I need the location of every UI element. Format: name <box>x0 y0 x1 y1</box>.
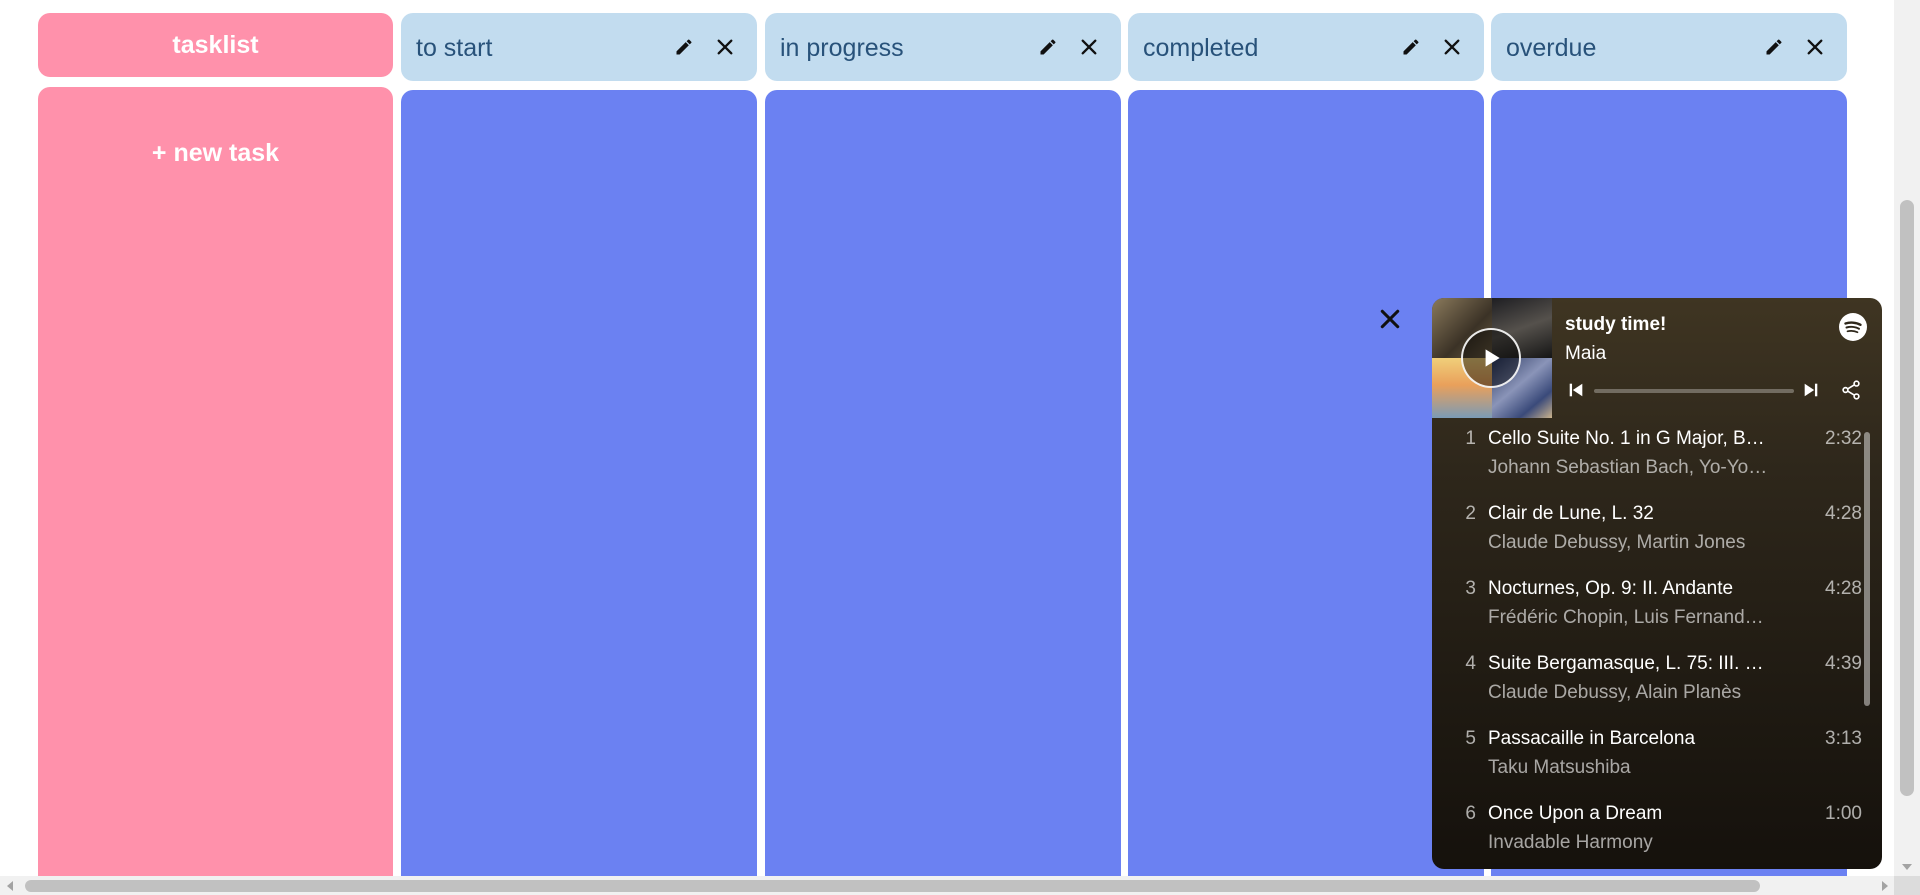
track-row[interactable]: 3 Nocturnes, Op. 9: II. Andante Frédéric… <box>1432 568 1862 643</box>
track-artist: Claude Debussy, Martin Jones <box>1488 532 1746 553</box>
spotify-logo-icon[interactable] <box>1838 312 1868 342</box>
column-header-in-progress: in progress <box>765 13 1121 81</box>
column-header-to-start: to start <box>401 13 757 81</box>
track-duration: 4:39 <box>1825 653 1862 674</box>
horizontal-scrollbar[interactable] <box>0 876 1894 895</box>
play-button[interactable] <box>1461 328 1521 388</box>
track-title: Clair de Lune, L. 32 <box>1488 503 1654 524</box>
scrollbar-corner <box>1894 876 1920 895</box>
close-icon[interactable] <box>1438 33 1466 61</box>
column-header-overdue: overdue <box>1491 13 1847 81</box>
track-number: 6 <box>1465 803 1476 824</box>
pencil-icon[interactable] <box>670 33 698 61</box>
track-duration: 2:32 <box>1825 428 1862 449</box>
column-title: to start <box>416 34 493 62</box>
scroll-down-arrow-icon[interactable] <box>1902 864 1912 870</box>
tasklist-title: tasklist <box>172 30 259 59</box>
track-number: 5 <box>1465 728 1476 749</box>
track-list-scrollbar[interactable] <box>1864 432 1870 706</box>
spotify-embed-player: study time! Maia 1 Cello Suite No. 1 in … <box>1432 298 1882 869</box>
track-row[interactable]: 2 Clair de Lune, L. 32 Claude Debussy, M… <box>1432 493 1862 568</box>
share-icon[interactable] <box>1840 379 1862 401</box>
track-duration: 4:28 <box>1825 503 1862 524</box>
track-number: 2 <box>1465 503 1476 524</box>
close-icon[interactable] <box>711 33 739 61</box>
new-task-button[interactable]: + new task <box>38 139 393 168</box>
column-header-completed: completed <box>1128 13 1484 81</box>
progress-bar[interactable] <box>1594 389 1794 393</box>
close-icon[interactable] <box>1801 33 1829 61</box>
playlist-owner[interactable]: Maia <box>1565 343 1606 365</box>
track-title: Cello Suite No. 1 in G Major, BWV 1007: … <box>1488 428 1770 449</box>
track-row[interactable]: 6 Once Upon a Dream Invadable Harmony 1:… <box>1432 793 1862 868</box>
tasklist-column: + new task <box>38 87 393 892</box>
track-title: Once Upon a Dream <box>1488 803 1663 824</box>
track-number: 4 <box>1465 653 1476 674</box>
track-artist: Frédéric Chopin, Luis Fernando Pérez <box>1488 607 1770 628</box>
column-to-start <box>401 90 757 895</box>
pencil-icon[interactable] <box>1760 33 1788 61</box>
skip-next-icon[interactable] <box>1800 379 1822 401</box>
track-title: Suite Bergamasque, L. 75: III. Clair de … <box>1488 653 1770 674</box>
track-title: Passacaille in Barcelona <box>1488 728 1696 749</box>
track-title: Nocturnes, Op. 9: II. Andante <box>1488 578 1734 599</box>
scroll-right-arrow-icon[interactable] <box>1882 881 1888 891</box>
close-icon[interactable] <box>1075 33 1103 61</box>
vertical-scrollbar[interactable] <box>1894 0 1920 876</box>
tasklist-header: tasklist <box>38 13 393 77</box>
track-duration: 1:00 <box>1825 803 1862 824</box>
track-list: 1 Cello Suite No. 1 in G Major, BWV 1007… <box>1432 418 1882 869</box>
scroll-left-arrow-icon[interactable] <box>7 881 13 891</box>
column-in-progress <box>765 90 1121 895</box>
track-row[interactable]: 4 Suite Bergamasque, L. 75: III. Clair d… <box>1432 643 1862 718</box>
column-title: completed <box>1143 34 1259 62</box>
playlist-title[interactable]: study time! <box>1565 314 1666 336</box>
track-duration: 3:13 <box>1825 728 1862 749</box>
track-artist: Invadable Harmony <box>1488 832 1653 853</box>
track-duration: 4:28 <box>1825 578 1862 599</box>
horizontal-scrollbar-thumb[interactable] <box>25 880 1760 892</box>
track-artist: Johann Sebastian Bach, Yo-Yo Ma <box>1488 457 1770 478</box>
track-row[interactable]: 5 Passacaille in Barcelona Taku Matsushi… <box>1432 718 1862 793</box>
pencil-icon[interactable] <box>1034 33 1062 61</box>
play-icon <box>1485 349 1500 367</box>
column-title: overdue <box>1506 34 1597 62</box>
skip-previous-icon[interactable] <box>1565 379 1587 401</box>
track-row[interactable]: 1 Cello Suite No. 1 in G Major, BWV 1007… <box>1432 418 1862 493</box>
close-player-icon[interactable] <box>1376 305 1404 333</box>
vertical-scrollbar-thumb[interactable] <box>1900 200 1914 796</box>
track-artist: Claude Debussy, Alain Planès <box>1488 682 1742 703</box>
column-completed <box>1128 90 1484 895</box>
track-artist: Taku Matsushiba <box>1488 757 1631 778</box>
track-number: 1 <box>1465 428 1476 449</box>
pencil-icon[interactable] <box>1397 33 1425 61</box>
playlist-cover <box>1432 298 1552 418</box>
column-title: in progress <box>780 34 904 62</box>
track-number: 3 <box>1465 578 1476 599</box>
